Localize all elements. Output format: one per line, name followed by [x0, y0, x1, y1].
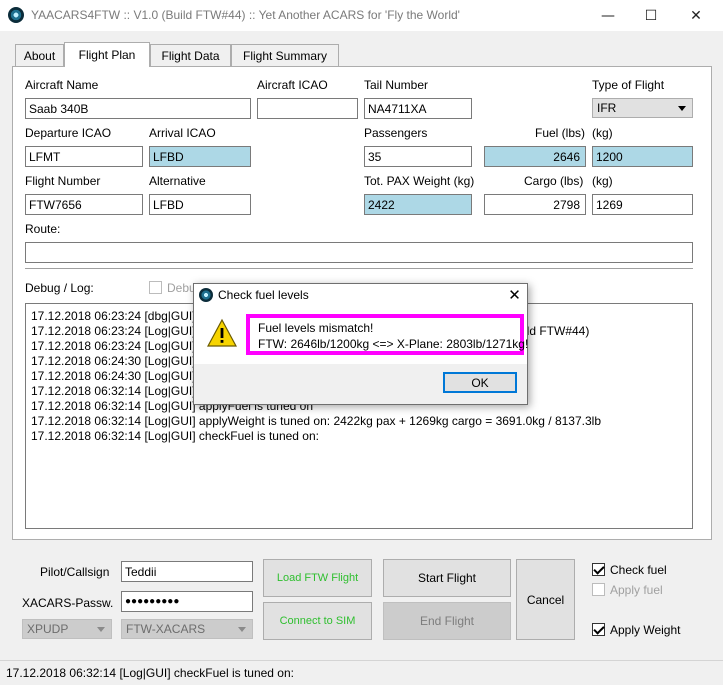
- minimize-button[interactable]: —: [585, 0, 631, 31]
- tab-flight-summary[interactable]: Flight Summary: [231, 44, 339, 66]
- pax-weight-input[interactable]: 2422: [364, 194, 472, 215]
- debug-log-label: Debug / Log:: [25, 281, 94, 295]
- arrival-icao-input[interactable]: LFBD: [149, 146, 251, 167]
- dialog-title-bar: Check fuel levels ✕: [194, 284, 527, 306]
- cargo-kg-input[interactable]: 1269: [592, 194, 693, 215]
- dialog-message-highlight: Fuel levels mismatch! FTW: 2646lb/1200kg…: [246, 314, 528, 355]
- tail-number-label: Tail Number: [364, 78, 429, 92]
- dialog-message-line: FTW: 2646lb/1200kg <=> X-Plane: 2803lb/1…: [258, 337, 529, 351]
- route-label: Route:: [25, 222, 61, 236]
- flight-number-input[interactable]: FTW7656: [25, 194, 143, 215]
- app-logo-icon: [8, 7, 24, 23]
- chevron-down-icon: [678, 106, 686, 111]
- passengers-label: Passengers: [364, 126, 428, 140]
- log-line: 17.12.2018 06:24:30 [Log|GUI]: [31, 354, 196, 368]
- server-value: FTW-XACARS: [126, 622, 206, 636]
- tab-about[interactable]: About: [15, 44, 64, 66]
- status-text: 17.12.2018 06:32:14 [Log|GUI] checkFuel …: [6, 666, 294, 680]
- log-line-fragment: ild FTW#44): [524, 324, 590, 338]
- maximize-button[interactable]: ☐: [628, 0, 674, 31]
- tab-flight-data[interactable]: Flight Data: [150, 44, 231, 66]
- end-flight-button[interactable]: End Flight: [383, 602, 511, 640]
- tail-number-input[interactable]: NA4711XA: [364, 98, 472, 119]
- log-line: 17.12.2018 06:32:14 [Log|GUI] applyWeigh…: [31, 414, 601, 428]
- aircraft-name-label: Aircraft Name: [25, 78, 99, 92]
- apply-fuel-checkbox[interactable]: [592, 583, 605, 596]
- debug-checkbox[interactable]: [149, 281, 162, 294]
- apply-fuel-label: Apply fuel: [610, 583, 663, 597]
- protocol-value: XPUDP: [27, 622, 69, 636]
- chevron-down-icon: [97, 627, 105, 632]
- close-button[interactable]: ✕: [673, 0, 719, 31]
- log-line: 17.12.2018 06:23:24 [Log|GUI]: [31, 339, 196, 353]
- cargo-lbs-label: Cargo (lbs): [524, 174, 584, 188]
- fuel-lbs-input[interactable]: 2646: [484, 146, 586, 167]
- type-of-flight-label: Type of Flight: [592, 78, 665, 92]
- pilot-callsign-input[interactable]: Teddii: [121, 561, 253, 582]
- connect-to-sim-button[interactable]: Connect to SIM: [263, 602, 372, 640]
- departure-icao-label: Departure ICAO: [25, 126, 112, 140]
- alternative-input[interactable]: LFBD: [149, 194, 251, 215]
- xacars-password-input[interactable]: ●●●●●●●●●: [121, 591, 253, 612]
- fuel-lbs-label: Fuel (lbs): [535, 126, 586, 140]
- check-fuel-dialog: Check fuel levels ✕ Fuel levels mismatch…: [193, 283, 528, 405]
- log-line: 17.12.2018 06:23:24 [dbg|GUI]: [31, 309, 196, 323]
- flight-number-label: Flight Number: [25, 174, 101, 188]
- ok-button[interactable]: OK: [443, 372, 517, 393]
- aircraft-icao-input[interactable]: [257, 98, 358, 119]
- warning-icon: [207, 318, 237, 347]
- check-fuel-label: Check fuel: [610, 563, 667, 577]
- chevron-down-icon: [238, 627, 246, 632]
- pax-weight-label: Tot. PAX Weight (kg): [364, 174, 475, 188]
- arrival-icao-label: Arrival ICAO: [149, 126, 216, 140]
- log-line: 17.12.2018 06:23:24 [Log|GUI]: [31, 324, 196, 338]
- apply-weight-label: Apply Weight: [610, 623, 681, 637]
- app-logo-icon: [199, 288, 213, 302]
- aircraft-icao-label: Aircraft ICAO: [257, 78, 328, 92]
- dialog-close-button[interactable]: ✕: [502, 284, 527, 306]
- aircraft-name-input[interactable]: Saab 340B: [25, 98, 251, 119]
- log-line: 17.12.2018 06:24:30 [Log|GUI]: [31, 369, 196, 383]
- pilot-callsign-label: Pilot/Callsign: [40, 565, 110, 579]
- fuel-kg-label: (kg): [592, 126, 613, 140]
- protocol-select[interactable]: XPUDP: [22, 619, 112, 639]
- type-of-flight-value: IFR: [597, 101, 617, 115]
- route-input[interactable]: [25, 242, 693, 263]
- xacars-password-label: XACARS-Passw.: [22, 596, 114, 610]
- window-title: YAACARS4FTW :: V1.0 (Build FTW#44) :: Ye…: [31, 8, 460, 22]
- cargo-kg-label: (kg): [592, 174, 613, 188]
- type-of-flight-select[interactable]: IFR: [592, 98, 693, 118]
- dialog-title: Check fuel levels: [218, 288, 309, 302]
- apply-weight-checkbox[interactable]: [592, 623, 605, 636]
- title-bar: YAACARS4FTW :: V1.0 (Build FTW#44) :: Ye…: [0, 0, 723, 31]
- cargo-lbs-input[interactable]: 2798: [484, 194, 586, 215]
- server-select[interactable]: FTW-XACARS: [121, 619, 253, 639]
- fuel-kg-input[interactable]: 1200: [592, 146, 693, 167]
- debug-checkbox-label: Debu: [167, 281, 196, 295]
- divider: [25, 268, 693, 270]
- log-line: 17.12.2018 06:32:14 [Log|GUI]: [31, 384, 196, 398]
- start-flight-button[interactable]: Start Flight: [383, 559, 511, 597]
- passengers-input[interactable]: 35: [364, 146, 472, 167]
- log-line: 17.12.2018 06:32:14 [Log|GUI] checkFuel …: [31, 429, 319, 443]
- cancel-button[interactable]: Cancel: [516, 559, 575, 640]
- load-ftw-flight-button[interactable]: Load FTW Flight: [263, 559, 372, 597]
- departure-icao-input[interactable]: LFMT: [25, 146, 143, 167]
- tab-flight-plan[interactable]: Flight Plan: [64, 42, 150, 67]
- check-fuel-checkbox[interactable]: [592, 563, 605, 576]
- dialog-message-line: Fuel levels mismatch!: [258, 321, 374, 335]
- alternative-label: Alternative: [149, 174, 206, 188]
